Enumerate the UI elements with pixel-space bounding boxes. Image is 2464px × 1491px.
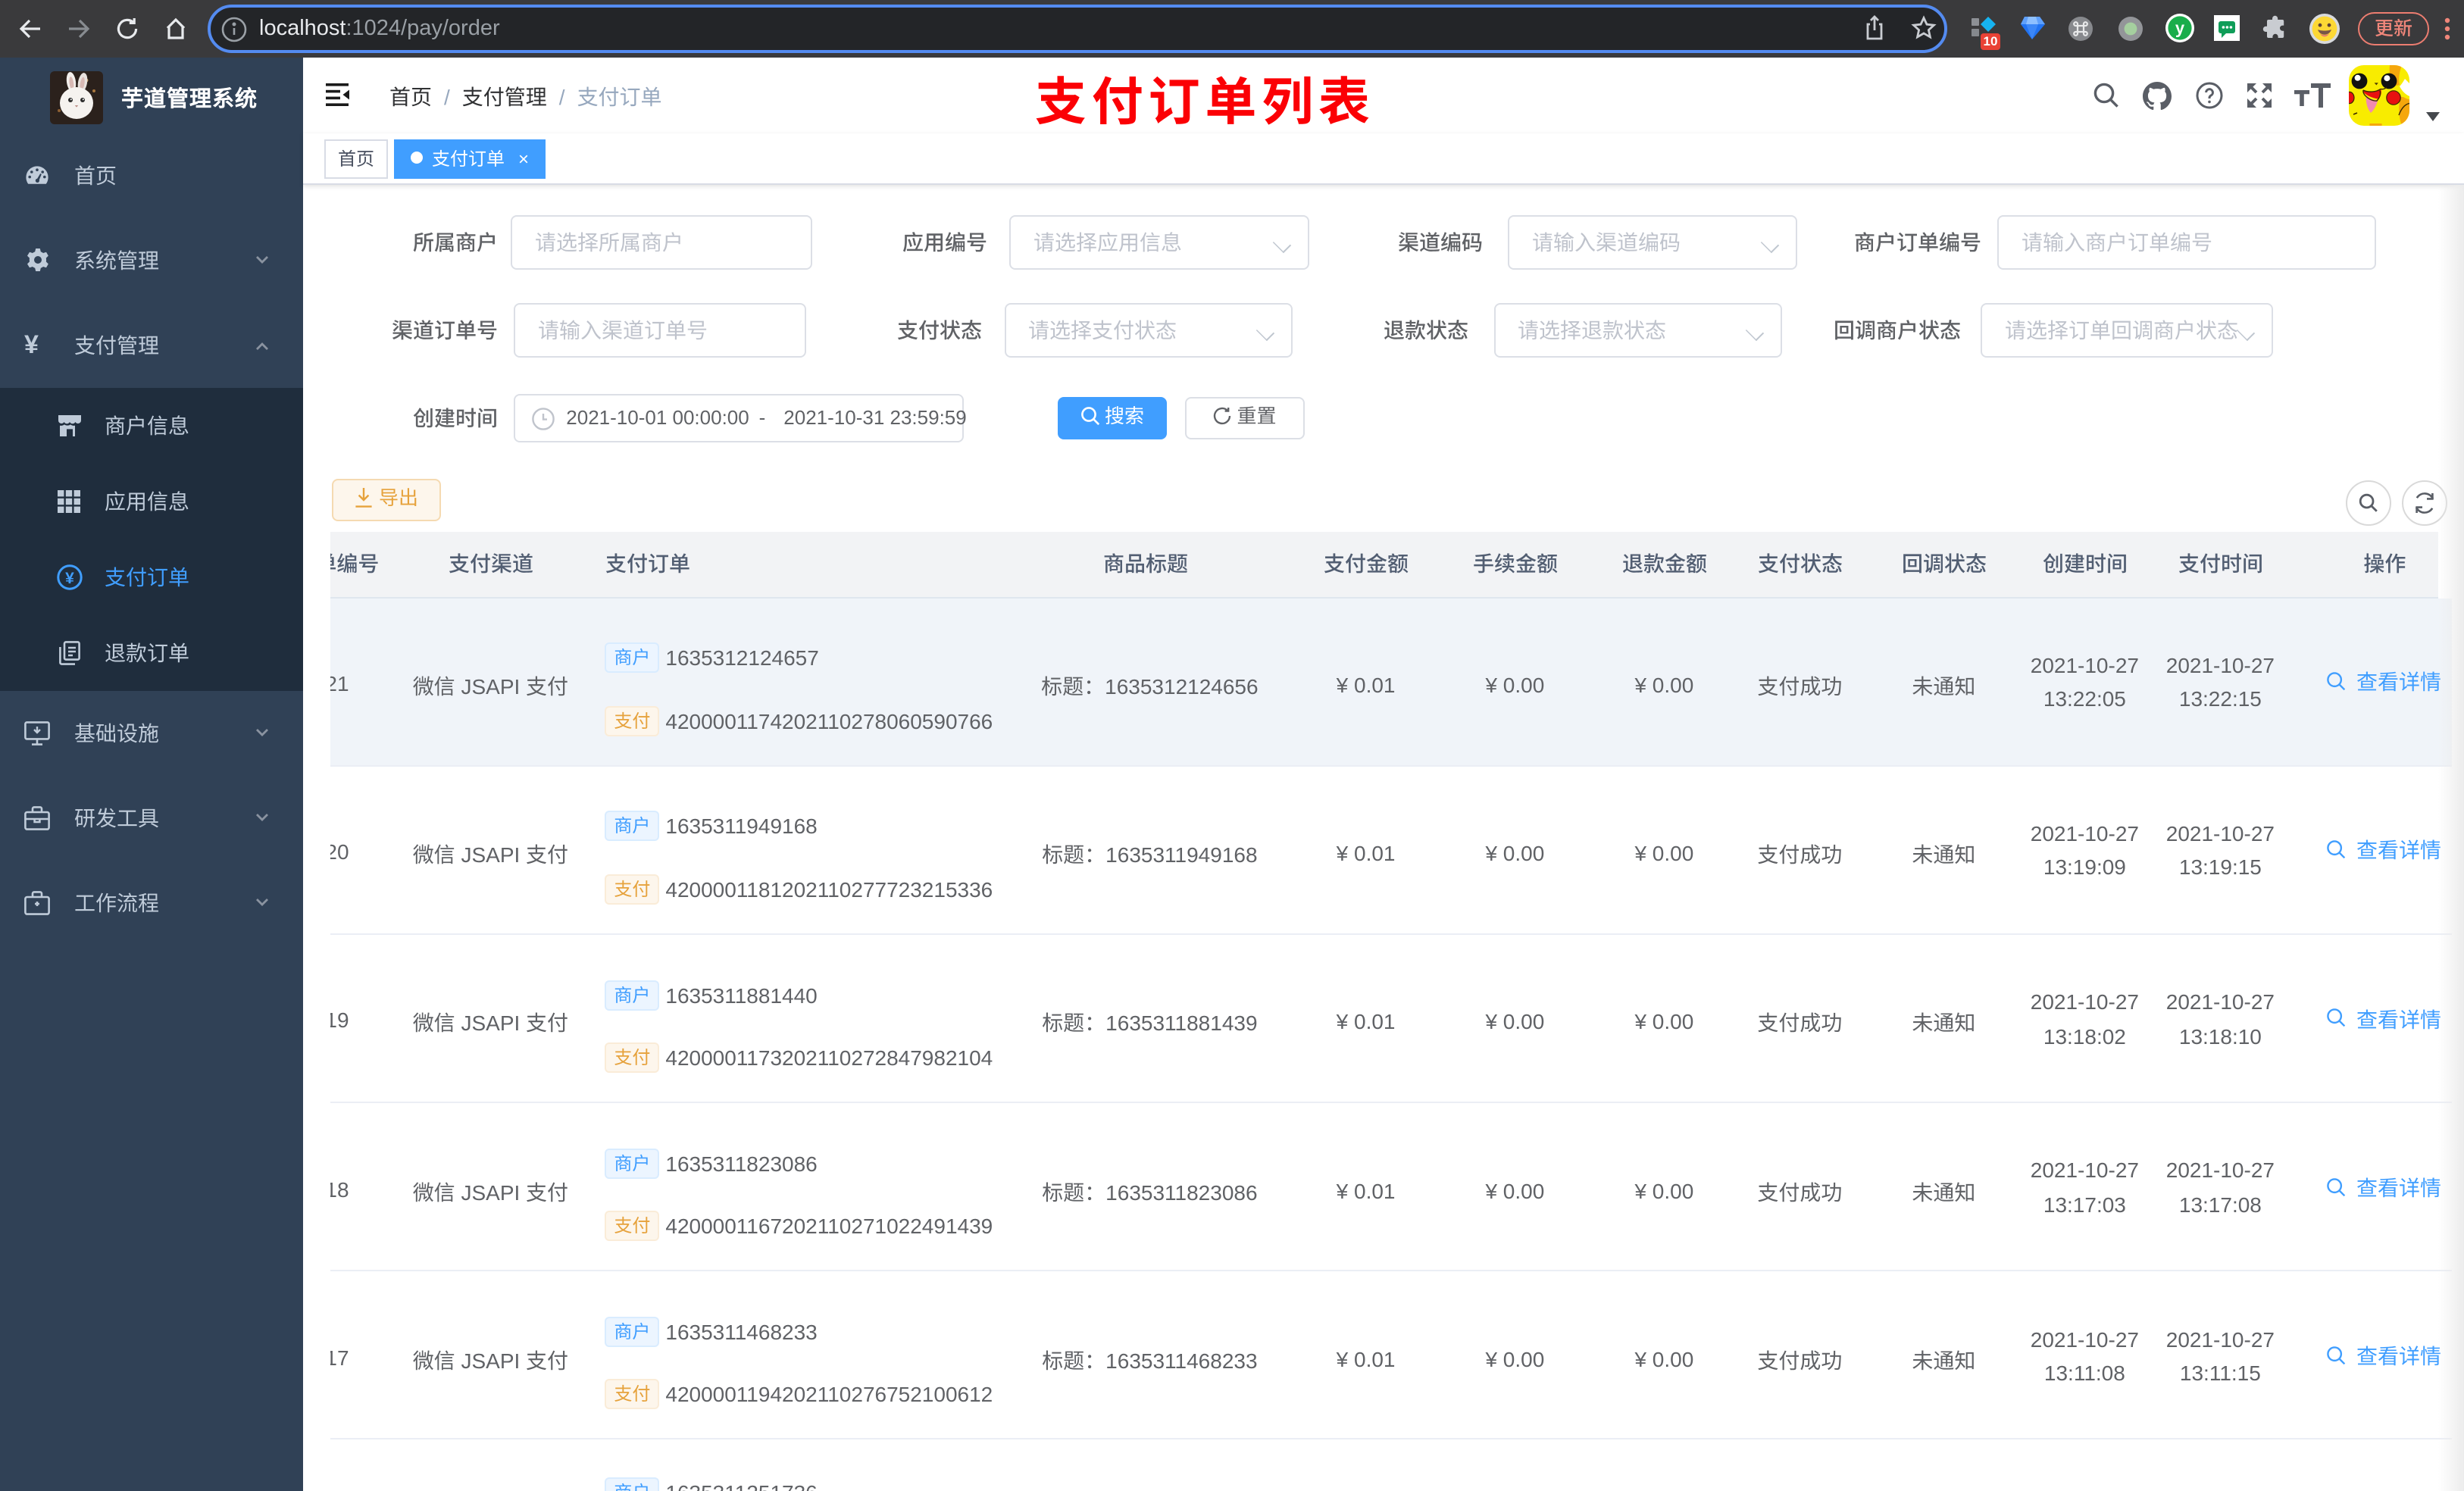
svg-text:y: y bbox=[2175, 18, 2185, 37]
svg-text:¥: ¥ bbox=[65, 570, 74, 587]
